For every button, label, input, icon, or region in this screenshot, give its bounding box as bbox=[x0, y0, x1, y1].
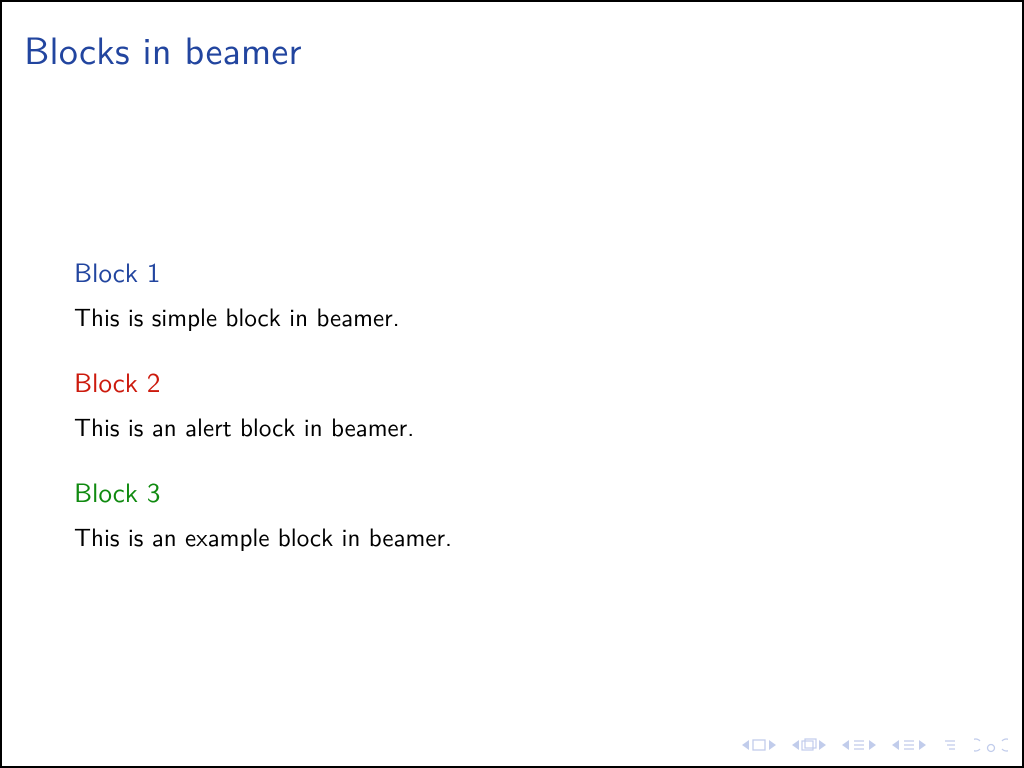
block-title: Block 3 bbox=[74, 472, 950, 511]
nav-prev-icon bbox=[892, 740, 899, 750]
block-body: This is an example block in beamer. bbox=[74, 517, 950, 554]
nav-prev-icon bbox=[842, 740, 849, 750]
slide-stack-icon bbox=[801, 738, 817, 752]
beamer-navbar bbox=[742, 734, 1008, 756]
frame-title: Blocks in beamer bbox=[24, 20, 302, 76]
block-standard: Block 1 This is simple block in beamer. bbox=[74, 252, 950, 334]
goto-icon[interactable] bbox=[942, 738, 958, 752]
nav-subsection-back[interactable] bbox=[842, 738, 876, 752]
nav-subsection-fwd[interactable] bbox=[892, 738, 926, 752]
nav-prev-icon bbox=[742, 740, 749, 750]
frame-icon bbox=[751, 738, 767, 752]
slide-frame: Blocks in beamer Block 1 This is simple … bbox=[0, 0, 1024, 768]
slide-content: Block 1 This is simple block in beamer. … bbox=[74, 252, 950, 582]
nav-next-icon bbox=[819, 740, 826, 750]
lines-icon bbox=[901, 738, 917, 752]
nav-next-icon bbox=[869, 740, 876, 750]
nav-frame-group[interactable] bbox=[742, 738, 776, 752]
nav-next-icon bbox=[769, 740, 776, 750]
nav-slide-group[interactable] bbox=[792, 738, 826, 752]
block-title: Block 2 bbox=[74, 362, 950, 401]
block-example: Block 3 This is an example block in beam… bbox=[74, 472, 950, 554]
lines-icon bbox=[851, 738, 867, 752]
block-body: This is an alert block in beamer. bbox=[74, 407, 950, 444]
block-alert: Block 2 This is an alert block in beamer… bbox=[74, 362, 950, 444]
nav-prev-icon bbox=[792, 740, 799, 750]
block-title: Block 1 bbox=[74, 252, 950, 291]
block-body: This is simple block in beamer. bbox=[74, 297, 950, 334]
nav-next-icon bbox=[919, 740, 926, 750]
undo-redo-icon[interactable] bbox=[974, 738, 1008, 752]
